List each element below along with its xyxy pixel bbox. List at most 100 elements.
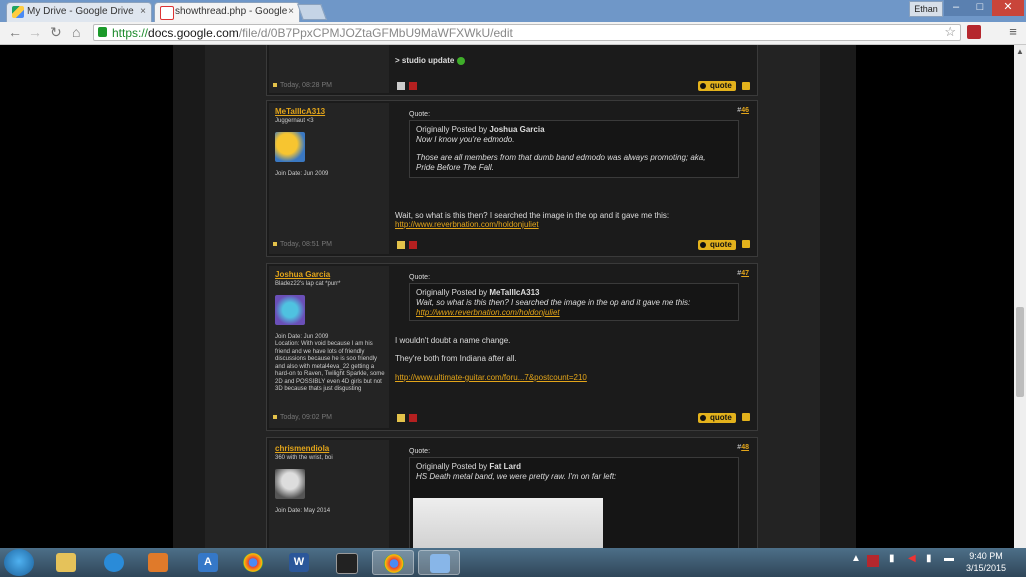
quote-line: Now I know you're edmodo.	[416, 135, 515, 144]
quote-line: Those are all members from that dumb ban…	[416, 153, 706, 162]
battery-icon[interactable]: ▬	[944, 553, 954, 564]
access-icon[interactable]: A	[190, 550, 226, 575]
post-number[interactable]: #46	[737, 107, 749, 114]
post-icon	[273, 83, 277, 87]
quote-button[interactable]: quote	[698, 413, 736, 423]
post-user-panel	[269, 103, 389, 254]
tray-arrow-icon[interactable]: ▲	[851, 553, 861, 564]
smiley-icon	[456, 56, 465, 65]
internet-explorer-icon[interactable]	[96, 550, 132, 575]
start-button[interactable]	[4, 549, 34, 576]
avatar[interactable]	[275, 469, 305, 499]
network-icon[interactable]: ▮	[926, 553, 932, 564]
quote-intro: Originally Posted by	[416, 288, 488, 297]
address-bar[interactable]: https://docs.google.com/file/d/0B7PpxCPM…	[93, 24, 961, 41]
quote-button[interactable]: quote	[698, 81, 736, 91]
avatar[interactable]	[275, 295, 305, 325]
report-icon[interactable]	[397, 82, 405, 90]
quote-link[interactable]: http://www.reverbnation.com/holdonjuliet	[416, 308, 560, 317]
post-date: Today, 09:02 PM	[273, 414, 332, 421]
chrome-active-icon[interactable]	[372, 550, 414, 575]
multiquote-icon[interactable]	[742, 413, 750, 421]
report-icon[interactable]	[397, 414, 405, 422]
profile-button[interactable]: Ethan	[909, 1, 943, 17]
post-icon	[273, 415, 277, 419]
star-icon[interactable]: ☆	[944, 24, 956, 40]
reputation-icon[interactable]	[409, 414, 417, 422]
post-date: Today, 08:28 PM	[273, 82, 332, 89]
post-number-link[interactable]: 46	[741, 107, 749, 114]
windows-explorer-icon[interactable]	[48, 550, 84, 575]
url-text[interactable]: https://docs.google.com/file/d/0B7PpxCPM…	[112, 26, 513, 40]
report-icon[interactable]	[397, 241, 405, 249]
system-clock[interactable]: 9:40 PM 3/15/2015	[960, 550, 1012, 574]
quote-spacer	[416, 145, 732, 153]
extension-icon[interactable]	[967, 25, 981, 39]
avatar[interactable]	[275, 132, 305, 162]
tab-strip: My Drive - Google Drive × showthread.php…	[0, 0, 1026, 22]
media-player-icon[interactable]	[140, 550, 176, 575]
close-icon[interactable]: ×	[288, 3, 294, 21]
post-link[interactable]: http://www.reverbnation.com/holdonjuliet	[395, 220, 539, 229]
url-host: docs.google.com	[148, 26, 239, 40]
url-protocol: https://	[112, 26, 149, 40]
post-number[interactable]: #47	[737, 270, 749, 277]
chrome-icon[interactable]	[235, 550, 271, 575]
quote-label: Quote:	[409, 274, 431, 281]
lock-icon	[98, 27, 107, 37]
post-icon	[273, 242, 277, 246]
multiquote-icon[interactable]	[742, 82, 750, 90]
close-icon[interactable]: ×	[140, 3, 146, 21]
scrollbar[interactable]	[1014, 45, 1026, 548]
new-tab-button[interactable]	[297, 4, 327, 20]
paint-icon[interactable]	[418, 550, 460, 575]
quote-line: Pride Before The Fall.	[416, 163, 494, 172]
reputation-icon[interactable]	[409, 241, 417, 249]
post-link[interactable]: http://www.ultimate-guitar.com/foru...7&…	[395, 373, 587, 382]
join-date: Join Date: May 2014	[275, 508, 331, 514]
signal-icon[interactable]: ▮	[889, 553, 895, 564]
forward-icon[interactable]: →	[28, 24, 42, 40]
quoted-image[interactable]	[413, 498, 603, 548]
ie-icon	[104, 553, 124, 572]
tray-app-icon[interactable]	[867, 555, 879, 567]
url-path: /file/d/0B7PpxCPMJOZtaGFMbU9MaWFXWkU/edi…	[238, 26, 513, 40]
post-47: Joshua Garcia Bladez22's lap cat *purr* …	[266, 263, 758, 431]
chrome-glyph	[384, 554, 404, 573]
quote-author: Joshua Garcia	[489, 125, 545, 134]
menu-icon[interactable]: ≡	[1006, 25, 1020, 39]
post-number[interactable]: #48	[737, 444, 749, 451]
reputation-icon[interactable]	[409, 82, 417, 90]
home-icon[interactable]: ⌂	[72, 24, 80, 40]
post-username[interactable]: chrismendiola	[275, 444, 329, 453]
scroll-up-icon[interactable]: ▲	[1016, 47, 1024, 56]
user-title: 360 with the wrist, boi	[275, 455, 333, 461]
post-text: > studio update	[395, 56, 465, 65]
maximize-button[interactable]: □	[968, 0, 992, 16]
post-number-link[interactable]: 48	[741, 444, 749, 451]
post-username[interactable]: MeTallIcA313	[275, 107, 325, 116]
quote-button[interactable]: quote	[698, 240, 736, 250]
user-location: Location: With void because I am his fri…	[275, 341, 385, 392]
browser-toolbar: ← → ↻ ⌂ https://docs.google.com/file/d/0…	[0, 22, 1026, 45]
close-button[interactable]: ✕	[992, 0, 1024, 16]
scrollbar-thumb[interactable]	[1016, 307, 1024, 397]
steam-icon[interactable]	[328, 550, 364, 575]
post-text: I wouldn't doubt a name change.	[395, 336, 511, 345]
word-icon[interactable]: W	[281, 550, 317, 575]
back-icon[interactable]: ←	[8, 24, 22, 40]
reload-icon[interactable]: ↻	[50, 24, 62, 41]
post-previous: Today, 08:28 PM > studio update quote	[266, 45, 758, 96]
post-number-link[interactable]: 47	[741, 270, 749, 277]
post-username[interactable]: Joshua Garcia	[275, 270, 330, 279]
minimize-button[interactable]: –	[944, 0, 968, 16]
quote-header: Originally Posted by Fat Lard	[416, 462, 732, 472]
tab-showthread[interactable]: showthread.php - Google ×	[154, 2, 300, 22]
media-icon	[148, 553, 168, 572]
volume-muted-icon[interactable]: ◀	[908, 553, 916, 564]
quote-box: Originally Posted by MeTallIcA313 Wait, …	[409, 283, 739, 321]
quote-line: HS Death metal band, we were pretty raw.…	[416, 472, 617, 481]
quote-line: Wait, so what is this then? I searched t…	[416, 298, 691, 307]
multiquote-icon[interactable]	[742, 240, 750, 248]
tab-my-drive[interactable]: My Drive - Google Drive ×	[6, 2, 152, 22]
